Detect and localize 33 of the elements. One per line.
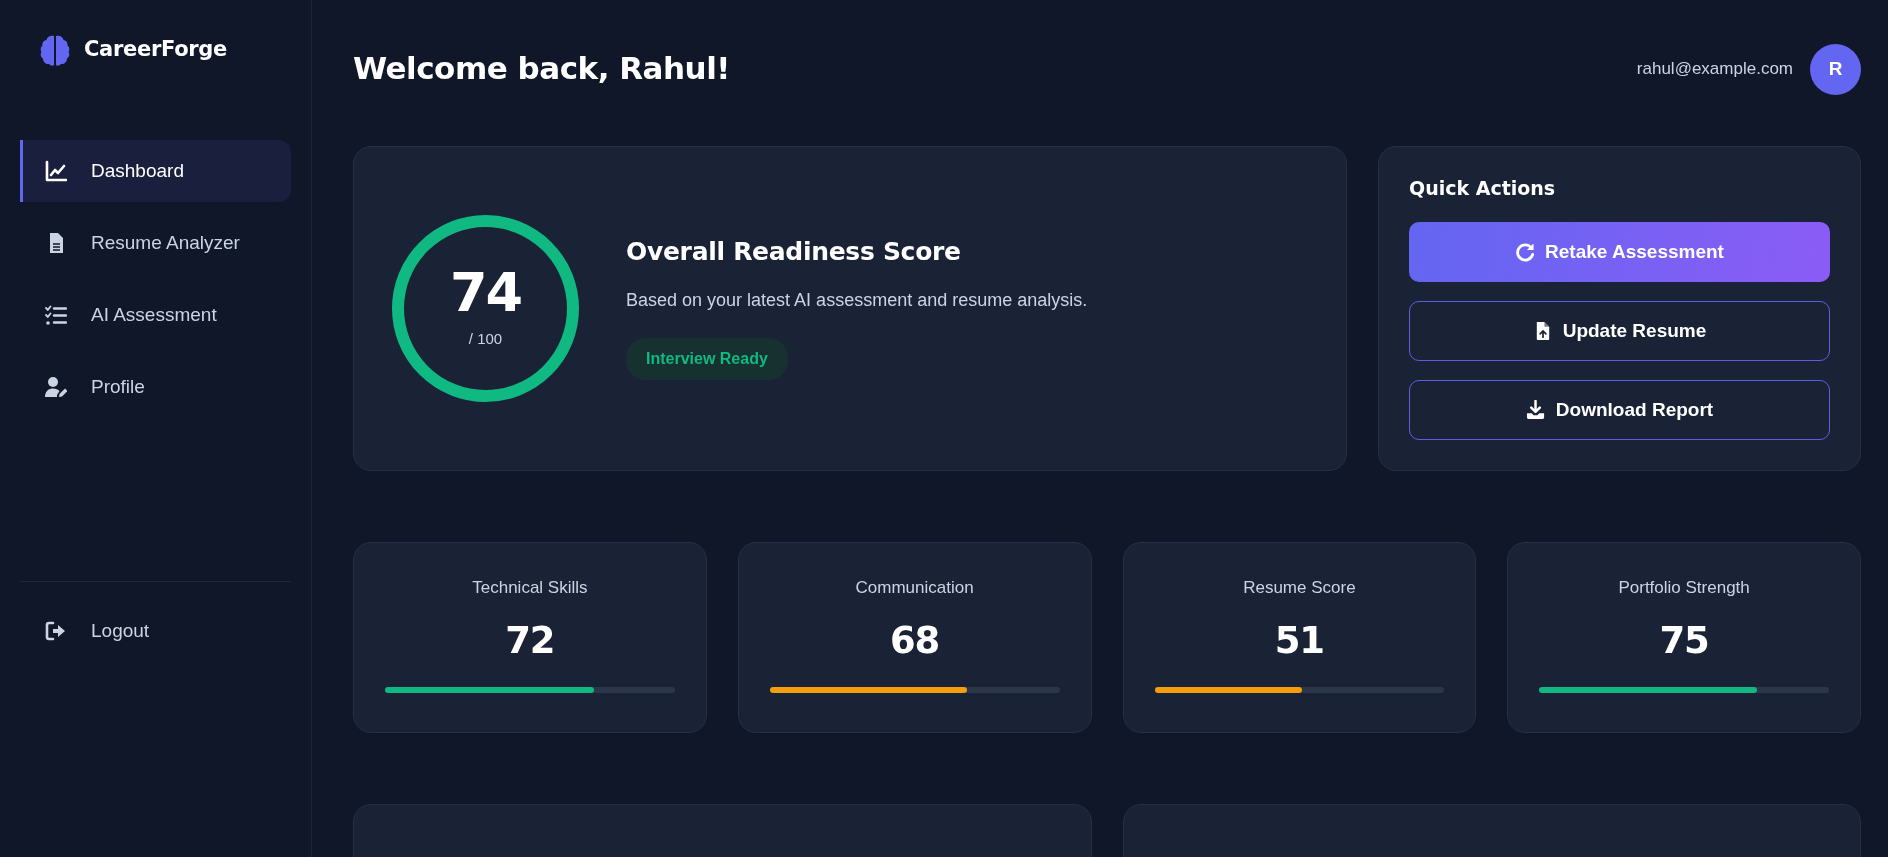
- chart-line-icon: [45, 160, 67, 182]
- retake-button[interactable]: Retake Assessment: [1409, 221, 1830, 282]
- refresh-icon: [1515, 241, 1536, 262]
- stat-value: 51: [1274, 622, 1325, 660]
- quick-actions-title: Quick Actions: [1409, 177, 1557, 200]
- nav-item[interactable]: Profile: [20, 356, 291, 418]
- score-max: / 100: [468, 329, 503, 350]
- brain-icon: [40, 34, 70, 66]
- stat-value: 68: [889, 622, 940, 660]
- status-badge: Interview Ready: [626, 337, 788, 380]
- stat-label: Communication: [855, 576, 974, 599]
- page-title: Welcome back, Rahul!: [353, 50, 730, 88]
- readiness-description: Based on your latest AI assessment and resume analysis.: [626, 288, 1088, 312]
- stat-label: Technical Skills: [472, 576, 588, 599]
- readiness-title: Overall Readiness Score: [626, 236, 961, 267]
- nav-item[interactable]: Dashboard: [20, 140, 291, 202]
- stat-label: Resume Score: [1243, 576, 1356, 599]
- nav-item[interactable]: AI Assessment: [20, 284, 291, 346]
- action-button[interactable]: Download Report: [1409, 379, 1830, 440]
- logout-icon: [45, 620, 67, 642]
- user-edit-icon: [45, 376, 67, 398]
- brand-name: CareerForge: [84, 36, 228, 64]
- checklist-icon: [45, 304, 67, 326]
- action-button[interactable]: Update Resume: [1409, 300, 1830, 361]
- avatar[interactable]: R: [1810, 43, 1861, 95]
- stat-label: Portfolio Strength: [1618, 576, 1750, 599]
- user-email: rahul@example.com: [1636, 58, 1793, 81]
- stat-value: 72: [505, 622, 555, 660]
- logout-link[interactable]: Logout: [20, 600, 291, 662]
- stat-value: 75: [1659, 622, 1709, 660]
- download-icon: [1525, 399, 1546, 420]
- score-value: 74: [449, 266, 522, 321]
- nav-item[interactable]: Resume Analyzer: [20, 212, 291, 274]
